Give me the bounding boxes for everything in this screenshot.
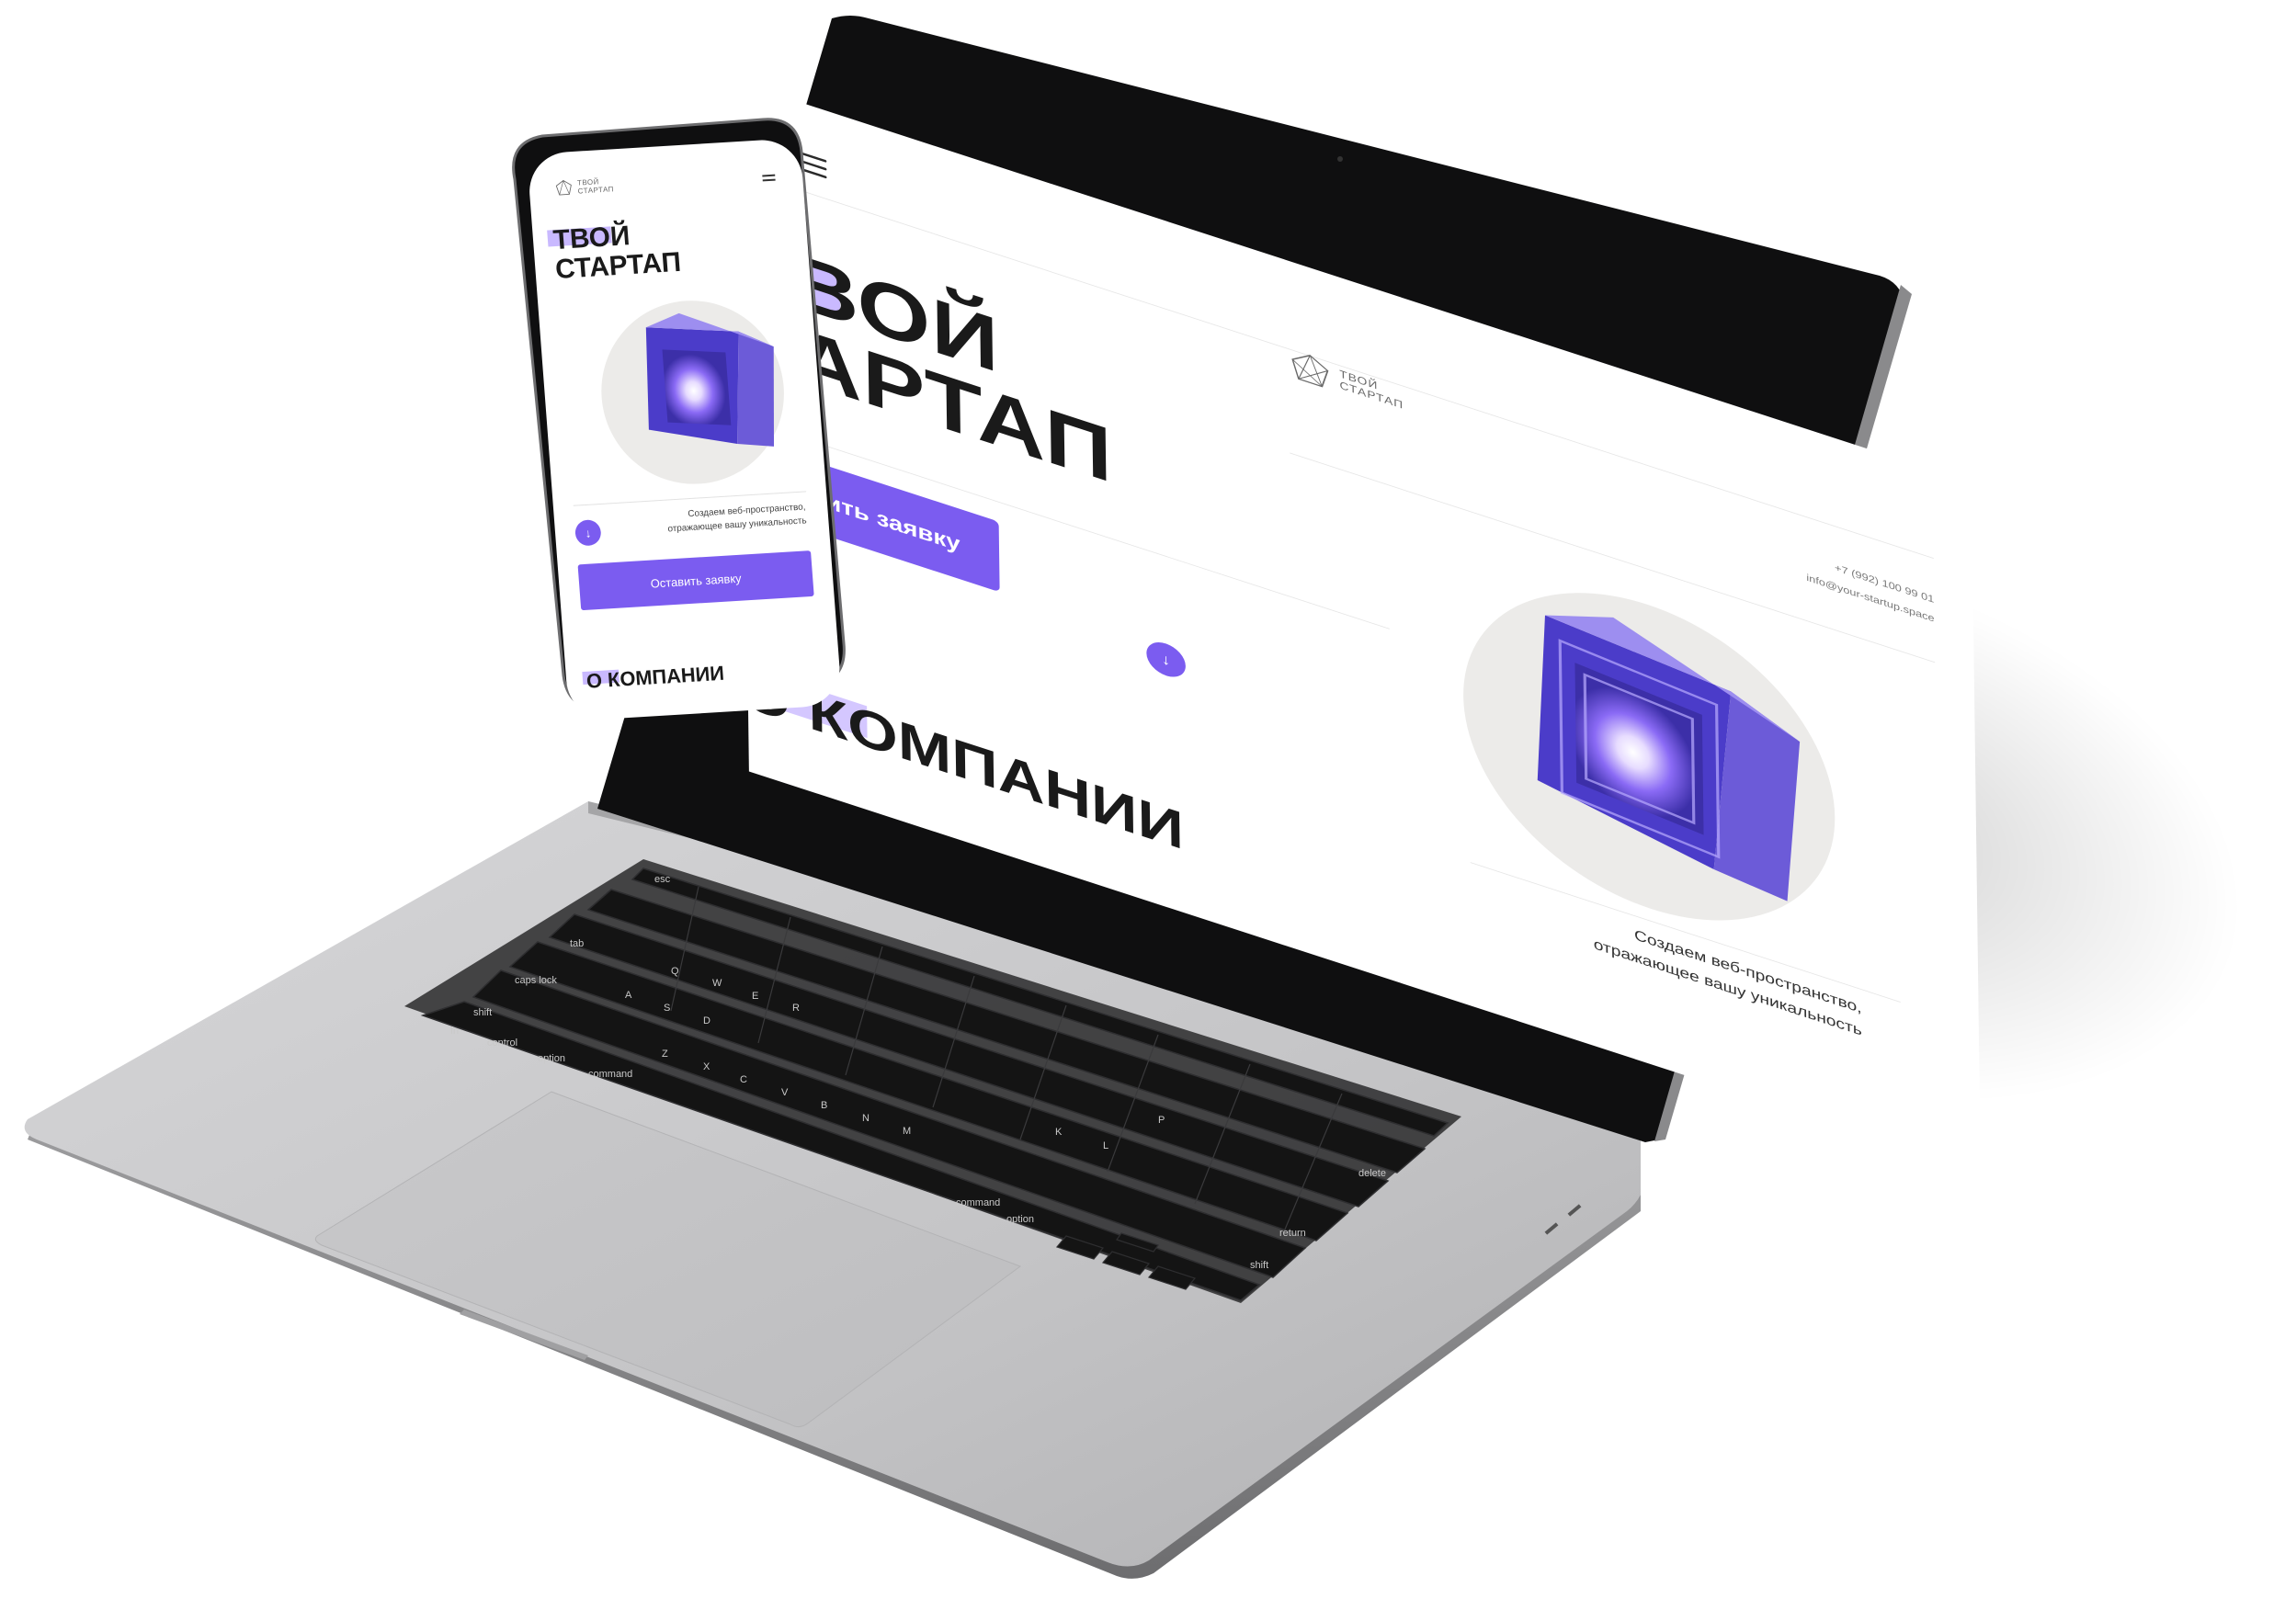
site-logo[interactable]: ТВОЙ СТАРТАП	[1289, 346, 1404, 415]
polygon-logo-icon	[555, 179, 572, 196]
mobile-glowing-cube-illustration	[645, 312, 775, 447]
mobile-hero-title: ТВОЙ СТАРТАП	[547, 219, 683, 285]
device-mockup-scene: esc tab caps lock shift fn control optio…	[0, 0, 2296, 1610]
webcam-icon	[1337, 156, 1343, 162]
mobile-about-heading: О КОМПАНИИ	[582, 661, 725, 694]
glowing-cube-illustration	[1537, 615, 1801, 901]
mobile-cta-leave-request-button[interactable]: Оставить заявку	[577, 550, 814, 611]
mobile-logo-line-2: СТАРТАП	[577, 185, 615, 196]
mobile-hero-tagline: Создаем веб-пространство, отражающее ваш…	[667, 502, 807, 535]
mobile-website-screen: ТВОЙ СТАРТАП ТВОЙ СТАРТАП ↓ Создаем веб-…	[527, 138, 843, 721]
mobile-about-heading-text: О КОМПАНИИ	[585, 661, 725, 693]
mobile-scroll-down-arrow-icon[interactable]: ↓	[574, 518, 602, 547]
contacts: +7 (992) 100 99 01 info@your-startup.spa…	[1806, 549, 1935, 629]
scroll-down-arrow-icon[interactable]: ↓	[1146, 637, 1187, 683]
mobile-hamburger-menu-icon[interactable]	[762, 174, 776, 183]
mobile-hero-title-line-2: СТАРТАП	[554, 246, 683, 285]
mobile-site-logo[interactable]: ТВОЙ СТАРТАП	[554, 176, 614, 197]
polygon-logo-icon	[1291, 355, 1329, 388]
